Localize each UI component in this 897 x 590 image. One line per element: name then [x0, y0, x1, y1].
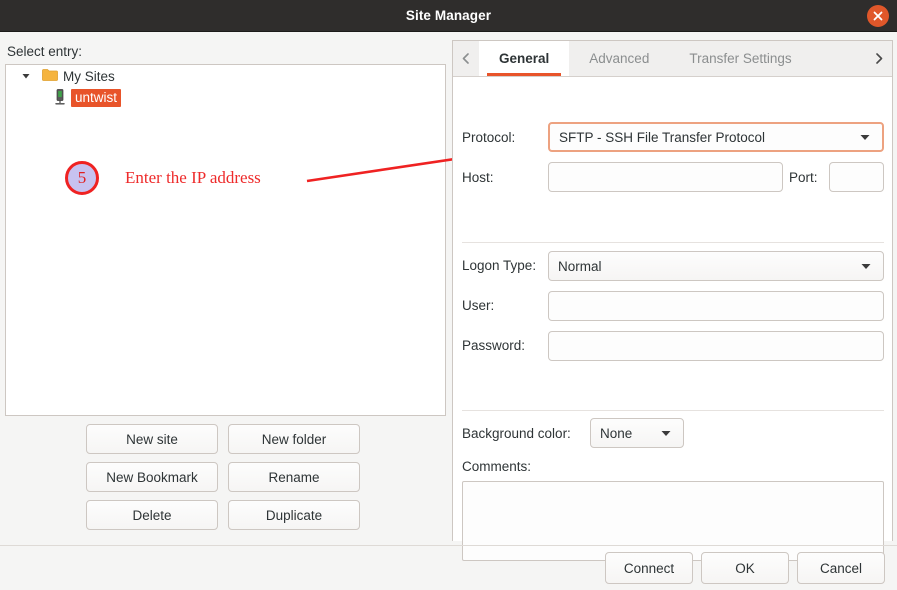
password-input[interactable]: [548, 331, 884, 361]
password-label: Password:: [462, 338, 525, 353]
protocol-combobox[interactable]: SFTP - SSH File Transfer Protocol: [548, 122, 884, 152]
tab-general[interactable]: General: [479, 41, 569, 76]
chevron-down-icon: [854, 134, 882, 141]
footer-divider: [0, 545, 897, 546]
protocol-label: Protocol:: [462, 130, 515, 145]
annotation-step-badge: 5: [65, 161, 99, 195]
chevron-down-icon: [855, 263, 883, 270]
port-input[interactable]: [829, 162, 884, 192]
tree-item-label-my-sites: My Sites: [63, 69, 115, 84]
chevron-right-icon: [875, 53, 883, 64]
cancel-button[interactable]: Cancel: [797, 552, 885, 584]
rename-button[interactable]: Rename: [228, 462, 360, 492]
settings-notebook: General Advanced Transfer Settings Proto…: [452, 40, 893, 541]
general-tab-page: Protocol: SFTP - SSH File Transfer Proto…: [453, 77, 892, 541]
host-label: Host:: [462, 170, 494, 185]
tab-bar: General Advanced Transfer Settings: [453, 41, 892, 77]
logon-type-label: Logon Type:: [462, 258, 536, 273]
site-tree[interactable]: My Sites untwist: [5, 64, 446, 416]
site-manager-dialog: Site Manager Select entry: My Sites: [0, 0, 897, 590]
user-input[interactable]: [548, 291, 884, 321]
dialog-action-buttons: Connect OK Cancel: [605, 552, 885, 584]
background-color-combobox[interactable]: None: [590, 418, 684, 448]
protocol-value: SFTP - SSH File Transfer Protocol: [550, 130, 854, 145]
select-entry-label: Select entry:: [7, 44, 82, 59]
background-color-value: None: [591, 426, 655, 441]
user-label: User:: [462, 298, 494, 313]
window-title: Site Manager: [0, 0, 897, 31]
section-divider-1: [462, 242, 884, 243]
connect-button[interactable]: Connect: [605, 552, 693, 584]
tab-transfer-settings[interactable]: Transfer Settings: [669, 41, 811, 76]
tab-advanced[interactable]: Advanced: [569, 41, 669, 76]
comments-label: Comments:: [462, 459, 531, 474]
title-bar: Site Manager: [0, 0, 897, 32]
logon-type-value: Normal: [549, 259, 855, 274]
host-input[interactable]: [548, 162, 783, 192]
tree-item-label-untwist: untwist: [71, 89, 121, 107]
duplicate-button[interactable]: Duplicate: [228, 500, 360, 530]
chevron-down-icon: [655, 430, 683, 437]
annotation-text: Enter the IP address: [125, 168, 261, 188]
annotation-step-number: 5: [68, 164, 96, 192]
chevron-left-icon: [462, 53, 470, 64]
tree-item-untwist[interactable]: untwist: [6, 87, 445, 109]
tree-action-buttons: New site New folder New Bookmark Rename …: [86, 424, 376, 530]
new-site-button[interactable]: New site: [86, 424, 218, 454]
chevron-down-icon[interactable]: [18, 68, 34, 84]
tab-scroll-right-button[interactable]: [866, 41, 892, 76]
ok-button[interactable]: OK: [701, 552, 789, 584]
server-icon: [54, 89, 66, 108]
logon-type-combobox[interactable]: Normal: [548, 251, 884, 281]
tab-bar-spacer: [812, 41, 866, 76]
port-label: Port:: [789, 170, 818, 185]
tab-scroll-left-button[interactable]: [453, 41, 479, 76]
close-icon: [872, 10, 884, 22]
tree-item-my-sites[interactable]: My Sites: [6, 65, 445, 87]
close-button[interactable]: [867, 5, 889, 27]
delete-button[interactable]: Delete: [86, 500, 218, 530]
new-bookmark-button[interactable]: New Bookmark: [86, 462, 218, 492]
section-divider-2: [462, 410, 884, 411]
folder-icon: [42, 68, 58, 85]
background-color-label: Background color:: [462, 426, 571, 441]
new-folder-button[interactable]: New folder: [228, 424, 360, 454]
comments-textarea[interactable]: [462, 481, 884, 561]
